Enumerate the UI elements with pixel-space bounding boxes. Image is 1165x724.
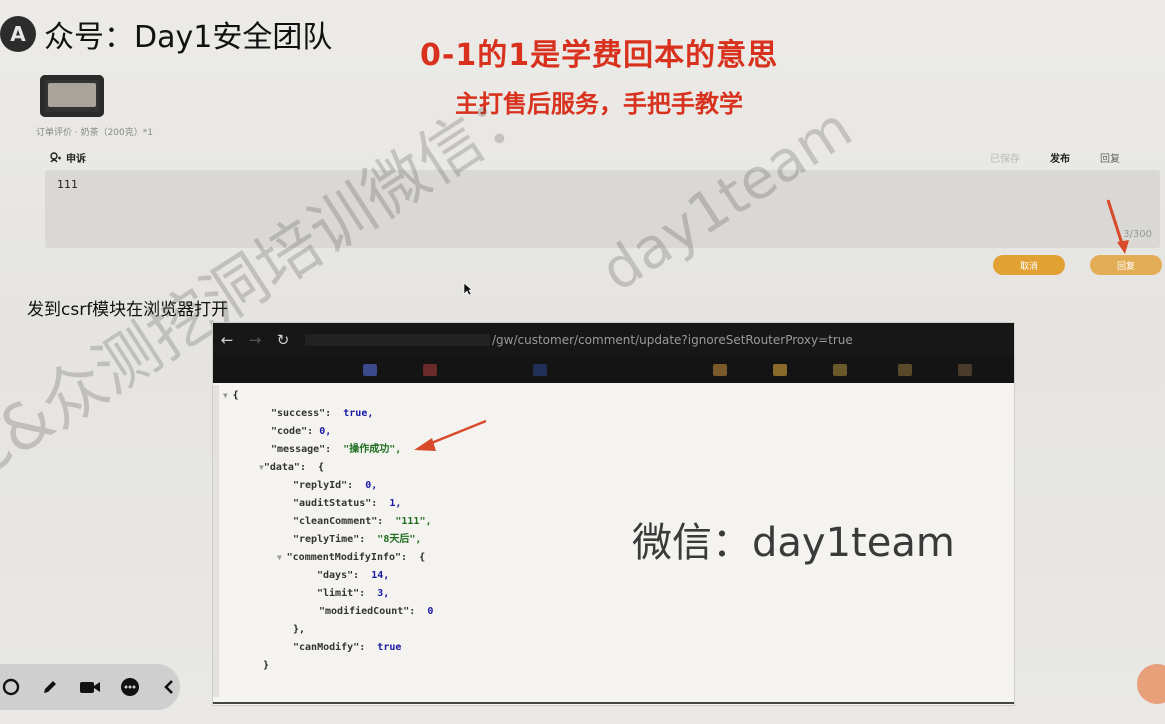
appeal-icon xyxy=(50,152,61,163)
red-arrow-icon xyxy=(414,419,487,451)
reply-button[interactable]: 回复 xyxy=(1090,255,1162,275)
json-line: "replyTime": "8天后", xyxy=(293,534,422,545)
fold-toggle-icon[interactable]: ▼ xyxy=(223,391,233,400)
url-host-redacted xyxy=(305,334,490,346)
more-icon[interactable] xyxy=(119,676,141,698)
public-account-header: A 众号：Day1安全团队 xyxy=(0,12,332,56)
bookmark-icon[interactable] xyxy=(363,364,377,376)
orange-arrow-icon xyxy=(1106,199,1129,254)
json-line: "canModify": true xyxy=(293,642,402,653)
json-line: "modifiedCount": 0 xyxy=(319,606,434,617)
product-thumbnail xyxy=(40,75,104,117)
account-label: 众号：Day1安全团队 xyxy=(44,20,333,55)
bookmark-icon[interactable] xyxy=(533,364,547,376)
bookmark-icon[interactable] xyxy=(423,364,437,376)
forward-arrow-icon[interactable]: → xyxy=(241,331,269,349)
floating-action-button[interactable] xyxy=(1137,664,1165,704)
json-line: "success": true, xyxy=(271,408,374,419)
reply-label-row: 申诉 xyxy=(50,150,86,165)
bookmark-icon[interactable] xyxy=(713,364,727,376)
cancel-button[interactable]: 取消 xyxy=(993,255,1065,275)
divider xyxy=(213,702,1014,704)
wechat-id-note: 微信：day1team xyxy=(632,520,955,566)
json-line: }, xyxy=(293,624,306,635)
fold-toggle-icon[interactable]: ▼ xyxy=(277,553,287,562)
screenshot-page: A 众号：Day1安全团队 0-1的1是学费回本的意思 主打售后服务，手把手教学… xyxy=(0,0,1165,724)
promo-line-2: 主打售后服务，手把手教学 xyxy=(455,90,744,118)
json-line: "auditStatus": 1, xyxy=(293,498,402,509)
bookmark-icon[interactable] xyxy=(773,364,787,376)
url-path: /gw/customer/comment/update?ignoreSetRou… xyxy=(492,333,853,347)
bookmark-icon[interactable] xyxy=(958,364,972,376)
bookmark-icon[interactable] xyxy=(898,364,912,376)
publish-tab[interactable]: 发布 xyxy=(1050,150,1070,165)
camera-icon[interactable] xyxy=(79,676,101,698)
json-line: } xyxy=(263,660,270,671)
json-line: "message": "操作成功", xyxy=(271,444,402,455)
thumbnail-image xyxy=(48,83,96,107)
floating-toolbar xyxy=(0,664,180,710)
json-line: ▼"data": { xyxy=(259,462,325,473)
mouse-cursor-icon xyxy=(463,282,473,296)
address-bar[interactable]: /gw/customer/comment/update?ignoreSetRou… xyxy=(305,330,954,350)
reply-label: 申诉 xyxy=(66,154,86,165)
json-line: "replyId": 0, xyxy=(293,480,378,491)
reload-icon[interactable]: ↻ xyxy=(269,331,297,349)
account-logo: A xyxy=(0,16,36,52)
json-line: "days": 14, xyxy=(317,570,390,581)
reply-textarea[interactable]: 111 3/300 xyxy=(45,170,1160,248)
back-arrow-icon[interactable]: ← xyxy=(213,331,241,349)
json-line: "code": 0, xyxy=(271,426,332,437)
form-top-actions: 已保存 发布 回复 xyxy=(990,150,1120,165)
json-line: ▼ "commentModifyInfo": { xyxy=(277,552,426,563)
json-line: "cleanComment": "111", xyxy=(293,516,432,527)
power-icon[interactable] xyxy=(0,676,22,698)
promo-text: 0-1的1是学费回本的意思 主打售后服务，手把手教学 xyxy=(420,30,778,119)
json-line: ▼ { xyxy=(223,390,239,401)
bookmark-bar xyxy=(213,357,1014,383)
order-info: 订单评价 · 奶茶（200克）*1 xyxy=(36,128,153,138)
draft-status: 已保存 xyxy=(990,154,1020,165)
reply-text-value: 111 xyxy=(57,178,78,191)
pen-icon[interactable] xyxy=(40,676,62,698)
promo-line-1: 0-1的1是学费回本的意思 xyxy=(420,38,779,73)
instruction-text: 发到csrf模块在浏览器打开 xyxy=(27,300,229,320)
collapse-chevron-icon[interactable] xyxy=(159,676,181,698)
bookmark-icon[interactable] xyxy=(833,364,847,376)
browser-toolbar: ← → ↻ /gw/customer/comment/update?ignore… xyxy=(213,323,1014,357)
reply-tab[interactable]: 回复 xyxy=(1100,150,1120,165)
json-line: "limit": 3, xyxy=(317,588,390,599)
